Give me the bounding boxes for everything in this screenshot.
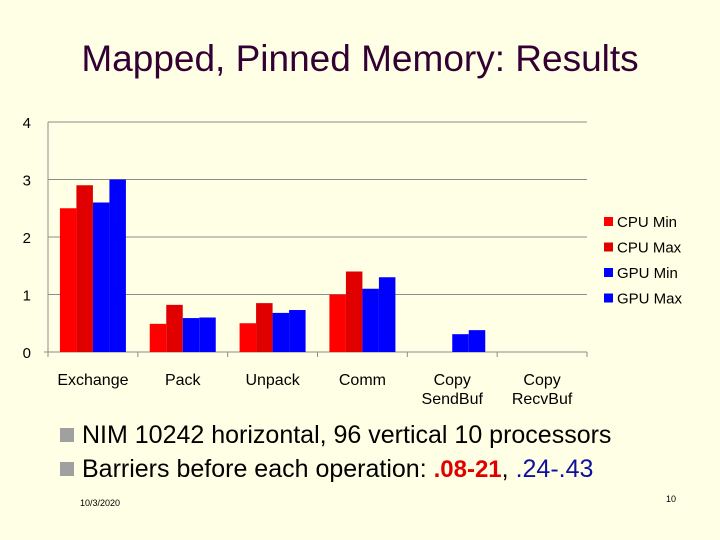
x-tick-label: SendBuf (422, 391, 484, 408)
bar-gpu-min (362, 288, 379, 352)
bar-gpu-min (92, 202, 110, 352)
x-tick-label: Unpack (245, 372, 300, 389)
y-tick-label: 0 (23, 345, 31, 362)
bullet-square-icon (60, 462, 74, 476)
bar-gpu-max (199, 317, 216, 352)
y-tick-label: 4 (23, 115, 31, 132)
bar-chart: 0 1 2 3 4 Exchange Pack Unpack Comm Copy SendBuf Co… (23, 115, 683, 408)
slide-title: Mapped, Pinned Memory: Results (81, 38, 639, 79)
y-tick-label: 3 (23, 173, 31, 190)
bar-gpu-max (109, 179, 126, 352)
bar-cpu-min (239, 323, 257, 352)
bullet-text: Barriers before each operation: (82, 455, 434, 483)
bullet-item: NIM 10242 horizontal, 96 vertical 10 pro… (60, 420, 611, 454)
bar-cpu-max (345, 271, 363, 352)
bullet-text: NIM 10242 horizontal, 96 vertical 10 pro… (82, 421, 612, 449)
legend-swatch (604, 217, 613, 226)
y-tick-label: 2 (23, 230, 31, 247)
y-tick-label: 1 (23, 288, 31, 305)
legend-label: CPU Max (617, 240, 682, 257)
bar-cpu-min (59, 208, 77, 352)
x-tick-label: Comm (339, 372, 386, 389)
legend-label: GPU Max (617, 291, 683, 308)
cpu-barrier-range: .08-21 (433, 456, 502, 483)
bullet-square-icon (60, 428, 74, 442)
legend-swatch (604, 268, 613, 277)
bar-gpu-min (182, 318, 200, 352)
x-tick-label: Exchange (57, 372, 128, 389)
gpu-barrier-range: .24-.43 (515, 455, 594, 483)
bar-cpu-max (76, 185, 93, 352)
legend-swatch (604, 242, 613, 252)
x-tick-label: RecvBuf (512, 391, 573, 408)
bar-cpu-max (256, 303, 273, 352)
bar-gpu-max (378, 277, 396, 352)
page-number: 10 (666, 494, 677, 504)
x-tick-label: Copy (523, 372, 560, 389)
separator: , (501, 455, 516, 483)
bullet-item: Barriers before each operation: .08-21, … (60, 454, 611, 488)
footer-date: 10/3/2020 (80, 498, 121, 508)
bar-gpu-max (468, 330, 486, 352)
bullet-list: NIM 10242 horizontal, 96 vertical 10 pro… (60, 420, 611, 488)
legend-swatch (604, 293, 613, 303)
x-tick-label: Pack (165, 372, 202, 389)
legend-label: CPU Min (617, 214, 677, 231)
bar-gpu-min (272, 312, 290, 352)
bar-cpu-max (166, 304, 183, 352)
bar-gpu-min (452, 334, 469, 352)
bar-cpu-min (149, 323, 167, 352)
x-tick-label: Copy (434, 372, 471, 389)
legend-label: GPU Min (617, 265, 678, 282)
bar-cpu-min (329, 294, 346, 352)
bar-gpu-max (289, 310, 306, 352)
